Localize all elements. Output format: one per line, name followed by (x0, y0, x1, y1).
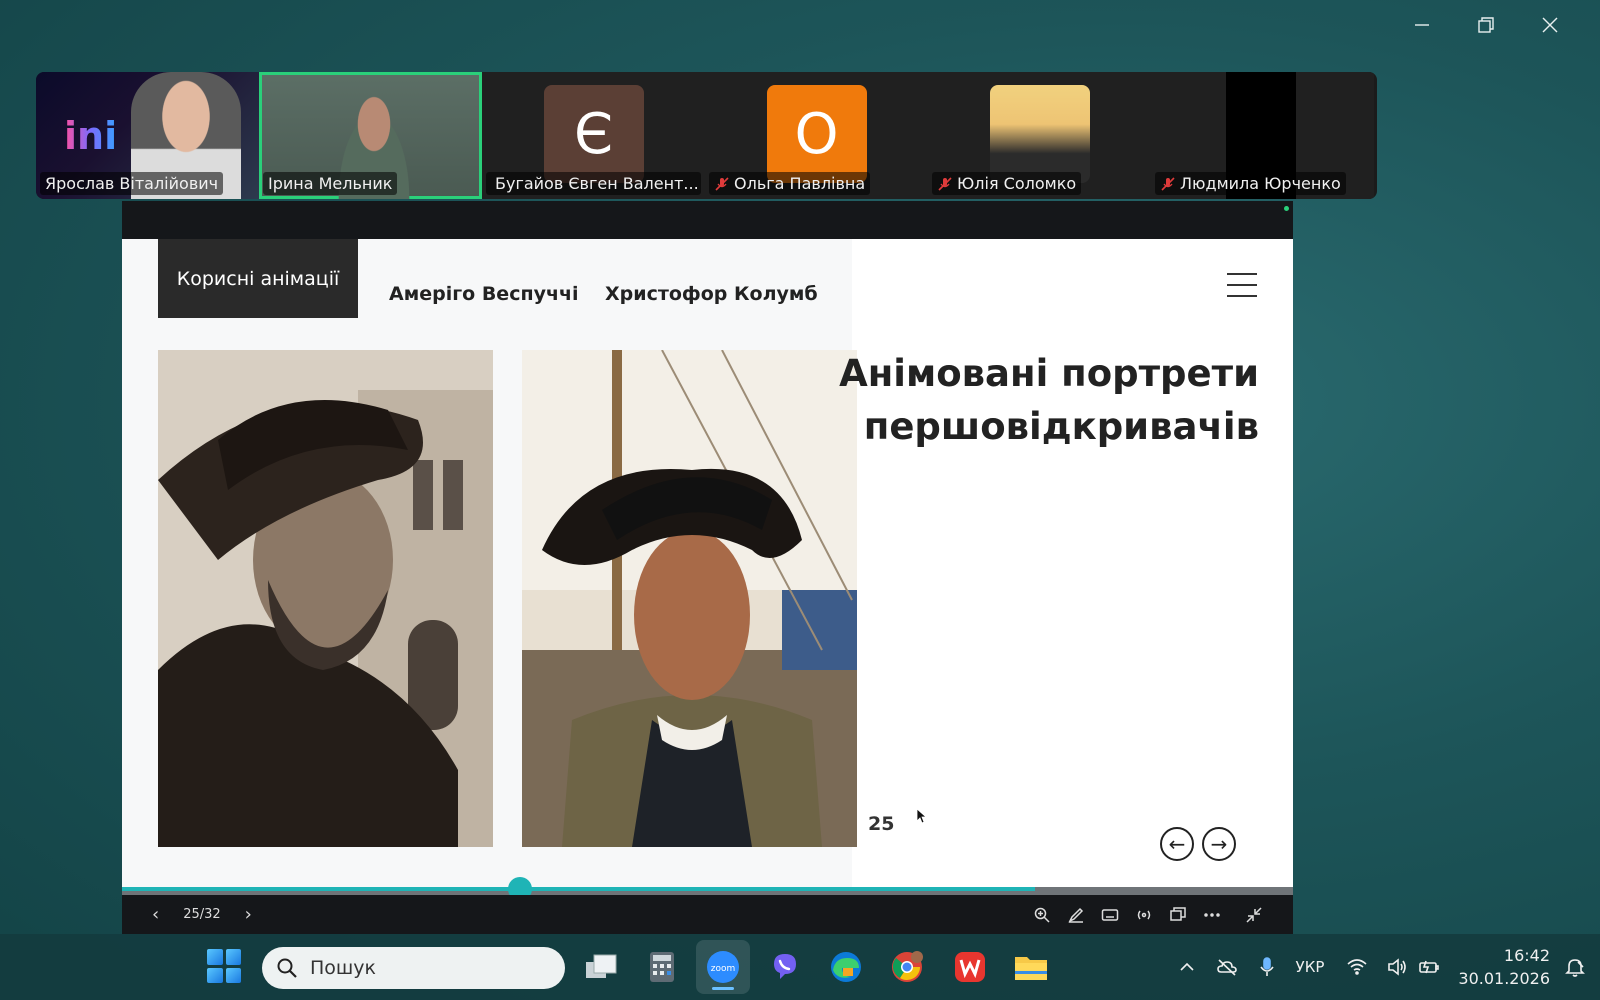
slide-nav-amerigo-vespucci[interactable]: Амеріго Веспуччі (389, 283, 579, 305)
minimize-icon (1415, 24, 1429, 26)
participant-name: Бугайов Євген Валент... (486, 172, 701, 195)
broadcast-icon[interactable] (1135, 906, 1153, 924)
restore-button[interactable] (1454, 8, 1518, 42)
presentation-toolbar: ‹ 25/32 › (122, 895, 1293, 934)
minimize-button[interactable] (1390, 8, 1454, 42)
share-topbar (122, 201, 1293, 239)
participant-name: Людмила Юрченко (1155, 172, 1346, 195)
keyboard-icon[interactable] (1101, 906, 1119, 924)
exit-fullscreen-icon[interactable] (1245, 906, 1263, 924)
participant-tile-0[interactable]: ini Ярослав Віталійович (36, 72, 259, 199)
windows-icon[interactable] (1169, 906, 1187, 924)
participant-name: Ірина Мельник (263, 172, 398, 195)
participant-avatar: Є (543, 85, 644, 183)
participant-tile-1[interactable]: Ірина Мельник (259, 72, 482, 199)
chrome-icon[interactable] (888, 948, 926, 986)
participant-name: Ярослав Віталійович (40, 172, 224, 195)
participant-name: Юлія Соломко (932, 172, 1082, 195)
mic-muted-icon (1161, 176, 1175, 191)
wifi-icon[interactable] (1346, 956, 1368, 978)
viber-icon[interactable] (766, 948, 804, 986)
window-controls (1390, 8, 1582, 42)
volume-icon[interactable] (1386, 956, 1408, 978)
participant-avatar (989, 85, 1090, 183)
file-explorer-icon[interactable] (1012, 948, 1050, 986)
page-indicator: 25/32 (183, 907, 221, 922)
onedrive-offline-icon[interactable] (1216, 956, 1238, 978)
search-placeholder: Пошук (310, 957, 377, 979)
next-page-button[interactable]: › (245, 904, 252, 925)
slide-title: Анімовані портрети першовідкривачів (839, 352, 1259, 448)
participant-tile-3[interactable]: О Ольга Павлівна (705, 72, 928, 199)
restore-icon (1478, 17, 1494, 33)
pager: ‹ 25/32 › (152, 904, 252, 925)
zoom-in-icon[interactable] (1033, 906, 1051, 924)
slide: Корисні анімації Амеріго Веспуччі Христо… (122, 239, 1293, 887)
progress-fill (122, 887, 1036, 891)
clock[interactable]: 16:42 30.01.2026 (1458, 944, 1550, 990)
system-tray: УКР 16:42 30.01.2026 (1176, 934, 1600, 1000)
participant-name: Ольга Павлівна (709, 172, 871, 195)
taskbar-search[interactable]: Пошук (262, 947, 565, 989)
mouse-cursor-icon (916, 808, 928, 824)
start-button[interactable] (207, 949, 241, 983)
task-view-icon[interactable] (582, 948, 620, 986)
search-icon (277, 958, 297, 978)
shared-screen: Корисні анімації Амеріго Веспуччі Христо… (122, 201, 1293, 934)
portrait-columbus (522, 350, 857, 847)
slide-nav-christopher-columbus[interactable]: Христофор Колумб (605, 283, 818, 305)
menu-icon[interactable] (1227, 273, 1257, 297)
live-indicator (1284, 206, 1289, 211)
show-hidden-icons-button[interactable] (1176, 956, 1198, 978)
participant-avatar: О (766, 85, 867, 183)
slide-next-button[interactable]: → (1202, 827, 1236, 861)
language-indicator[interactable]: УКР (1296, 958, 1325, 976)
taskbar: Пошук zoom УКР 16:42 30.01.2026 (0, 934, 1600, 1000)
participant-tile-5[interactable]: Людмила Юрченко (1151, 72, 1374, 199)
wps-office-icon[interactable] (951, 948, 989, 986)
video-overlay-logo: ini (64, 114, 118, 158)
more-icon[interactable] (1203, 906, 1221, 924)
participants-strip: ini Ярослав Віталійович Ірина Мельник Є … (36, 72, 1377, 199)
slide-nav-useful-animations[interactable]: Корисні анімації (158, 239, 358, 318)
presentation-tools (1033, 906, 1263, 924)
participant-tile-4[interactable]: Юлія Соломко (928, 72, 1151, 199)
edge-icon[interactable] (827, 948, 865, 986)
portrait-vespucci (158, 350, 493, 847)
svg-text:zoom: zoom (711, 964, 736, 974)
close-icon (1542, 17, 1558, 33)
mic-muted-icon (938, 176, 952, 191)
slide-prev-button[interactable]: ← (1160, 827, 1194, 861)
prev-page-button[interactable]: ‹ (152, 904, 159, 925)
zoom-app-icon[interactable]: zoom (696, 940, 750, 994)
participant-tile-2[interactable]: Є Бугайов Євген Валент... (482, 72, 705, 199)
microphone-icon[interactable] (1256, 956, 1278, 978)
time: 16:42 (1503, 946, 1550, 965)
calculator-icon[interactable] (643, 948, 681, 986)
battery-icon[interactable] (1418, 956, 1440, 978)
mic-muted-icon (715, 176, 729, 191)
presentation-progress[interactable] (122, 877, 1293, 901)
pen-icon[interactable] (1067, 906, 1085, 924)
date: 30.01.2026 (1458, 969, 1550, 988)
close-button[interactable] (1518, 8, 1582, 42)
notifications-icon[interactable] (1564, 956, 1586, 978)
slide-page-number: 25 (868, 813, 895, 835)
